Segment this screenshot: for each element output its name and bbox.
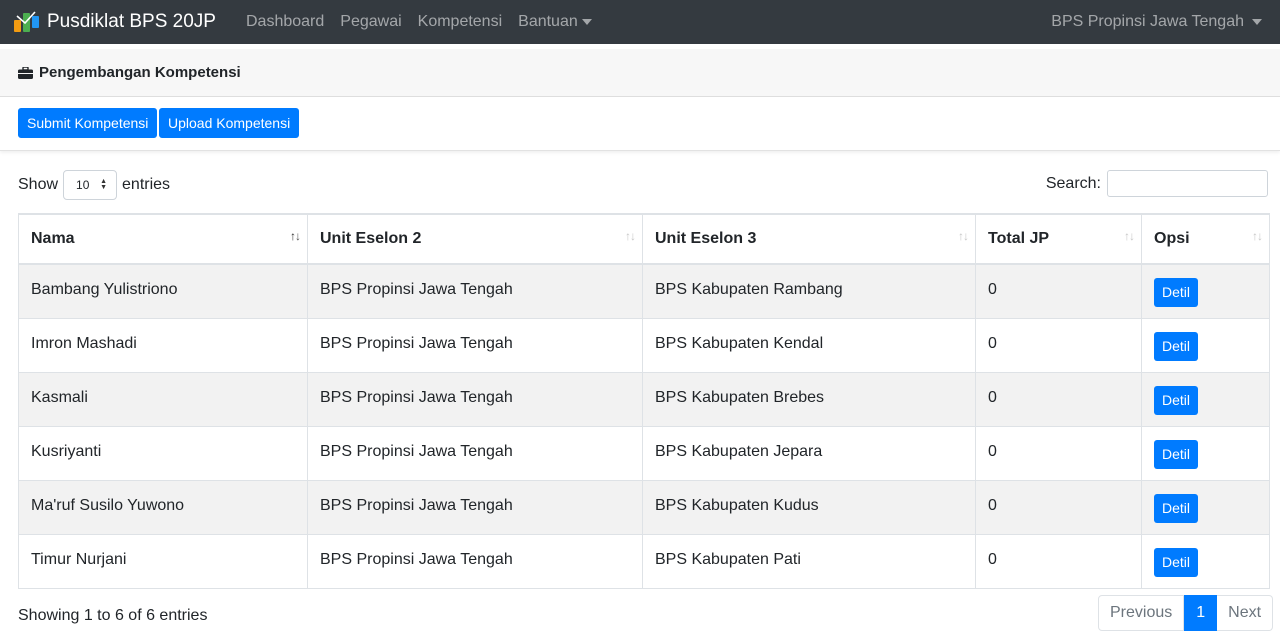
sort-icon: ↑↓ <box>1252 229 1263 243</box>
cell-total-jp: 0 <box>975 371 1142 427</box>
table-header-row: Nama ↑↓ Unit Eselon 2 ↑↓ Unit Eselon 3 ↑↓ T… <box>18 213 1270 265</box>
cell-total-jp: 0 <box>975 479 1142 535</box>
cell-nama: Timur Nurjani <box>18 533 308 589</box>
column-header-label: Unit Eselon 3 <box>655 230 757 247</box>
kompetensi-table-container: Nama ↑↓ Unit Eselon 2 ↑↓ Unit Eselon 3 ↑↓ T… <box>18 213 1270 589</box>
page-header: Pengembangan Kompetensi <box>0 49 1280 97</box>
cell-opsi: Detil <box>1141 317 1270 373</box>
cell-opsi: Detil <box>1141 425 1270 481</box>
detil-button[interactable]: Detil <box>1154 278 1199 307</box>
column-header-unit-eselon-2[interactable]: Unit Eselon 2 ↑↓ <box>307 213 643 265</box>
column-header-label: Opsi <box>1154 230 1190 247</box>
caret-down-icon <box>581 19 592 25</box>
sort-icon: ↑↓ <box>290 229 301 243</box>
kompetensi-table: Nama ↑↓ Unit Eselon 2 ↑↓ Unit Eselon 3 ↑↓ T… <box>18 213 1270 589</box>
cell-unit-eselon-2: BPS Propinsi Jawa Tengah <box>307 425 643 481</box>
entries-select[interactable]: 10 ▲ ▼ <box>63 170 118 200</box>
submit-kompetensi-button[interactable]: Submit Kompetensi <box>18 108 158 138</box>
briefcase-icon <box>18 66 33 79</box>
cell-unit-eselon-2: BPS Propinsi Jawa Tengah <box>307 533 643 589</box>
cell-unit-eselon-3: BPS Kabupaten Pati <box>642 533 976 589</box>
previous-page-button[interactable]: Previous <box>1098 595 1185 631</box>
cell-total-jp: 0 <box>975 317 1142 373</box>
sort-icon: ↑↓ <box>625 229 636 243</box>
table-row: Kasmali BPS Propinsi Jawa Tengah BPS Kab… <box>18 371 1270 427</box>
cell-unit-eselon-2: BPS Propinsi Jawa Tengah <box>307 371 643 427</box>
nav-bantuan-dropdown[interactable]: Bantuan <box>510 0 600 44</box>
sort-icon: ↑↓ <box>1124 229 1135 243</box>
brand[interactable]: Pusdiklat BPS 20JP <box>13 0 216 44</box>
caret-down-icon <box>1252 19 1262 25</box>
entries-length-control: Show 10 ▲ ▼ entries <box>18 170 170 200</box>
cell-nama: Kusriyanti <box>18 425 308 481</box>
user-dropdown[interactable]: BPS Propinsi Jawa Tengah <box>1051 0 1262 44</box>
upload-kompetensi-button[interactable]: Upload Kompetensi <box>159 108 300 138</box>
brand-name: Pusdiklat BPS 20JP <box>47 11 216 32</box>
cell-total-jp: 0 <box>975 425 1142 481</box>
select-arrows-icon: ▲ ▼ <box>100 178 108 191</box>
cell-unit-eselon-3: BPS Kabupaten Rambang <box>642 263 976 319</box>
cell-total-jp: 0 <box>975 533 1142 589</box>
cell-opsi: Detil <box>1141 533 1270 589</box>
pagination: Previous 1 Next <box>1098 595 1274 631</box>
action-bar: Submit Kompetensi Upload Kompetensi <box>0 97 1280 151</box>
user-unit-label: BPS Propinsi Jawa Tengah <box>1051 13 1244 30</box>
column-header-unit-eselon-3[interactable]: Unit Eselon 3 ↑↓ <box>642 213 976 265</box>
detil-button[interactable]: Detil <box>1154 547 1199 577</box>
page-1-button[interactable]: 1 <box>1184 595 1218 631</box>
cell-nama: Bambang Yulistriono <box>18 263 308 319</box>
search-control: Search: <box>1046 170 1268 197</box>
nav-dashboard[interactable]: Dashboard <box>238 0 332 44</box>
cell-nama: Ma'ruf Susilo Yuwono <box>18 479 308 535</box>
nav-kompetensi[interactable]: Kompetensi <box>410 0 511 44</box>
table-row: Ma'ruf Susilo Yuwono BPS Propinsi Jawa T… <box>18 479 1270 535</box>
search-label: Search: <box>1045 174 1101 192</box>
page-title: Pengembangan Kompetensi <box>39 64 241 81</box>
detil-button[interactable]: Detil <box>1154 493 1199 523</box>
cell-unit-eselon-2: BPS Propinsi Jawa Tengah <box>307 479 643 535</box>
bps-logo-icon <box>14 11 39 32</box>
cell-total-jp: 0 <box>975 263 1142 319</box>
next-page-button[interactable]: Next <box>1217 595 1274 631</box>
top-navbar: Pusdiklat BPS 20JP Dashboard Pegawai Kom… <box>0 0 1280 44</box>
nav-bantuan-label: Bantuan <box>518 13 578 30</box>
cell-opsi: Detil <box>1141 263 1270 319</box>
column-header-label: Unit Eselon 2 <box>320 230 422 247</box>
search-input[interactable] <box>1107 170 1268 197</box>
column-header-label: Total JP <box>988 230 1050 247</box>
table-row: Kusriyanti BPS Propinsi Jawa Tengah BPS … <box>18 425 1270 481</box>
sort-icon: ↑↓ <box>958 229 969 243</box>
cell-unit-eselon-2: BPS Propinsi Jawa Tengah <box>307 263 643 319</box>
cell-nama: Kasmali <box>18 371 308 427</box>
table-info: Showing 1 to 6 of 6 entries <box>18 607 208 624</box>
cell-unit-eselon-3: BPS Kabupaten Brebes <box>642 371 976 427</box>
column-header-opsi[interactable]: Opsi ↑↓ <box>1141 213 1270 265</box>
detil-button[interactable]: Detil <box>1154 439 1199 469</box>
column-header-nama[interactable]: Nama ↑↓ <box>18 213 308 265</box>
cell-unit-eselon-3: BPS Kabupaten Kudus <box>642 479 976 535</box>
entries-select-value: 10 <box>76 178 90 192</box>
cell-opsi: Detil <box>1141 371 1270 427</box>
cell-nama: Imron Mashadi <box>18 317 308 373</box>
column-header-total-jp[interactable]: Total JP ↑↓ <box>975 213 1142 265</box>
detil-button[interactable]: Detil <box>1154 331 1199 361</box>
main-nav: Dashboard Pegawai Kompetensi Bantuan <box>238 0 600 44</box>
table-row: Imron Mashadi BPS Propinsi Jawa Tengah B… <box>18 317 1270 373</box>
table-row: Timur Nurjani BPS Propinsi Jawa Tengah B… <box>18 533 1270 589</box>
table-row: Bambang Yulistriono BPS Propinsi Jawa Te… <box>18 263 1270 319</box>
cell-opsi: Detil <box>1141 479 1270 535</box>
detil-button[interactable]: Detil <box>1154 385 1199 415</box>
cell-unit-eselon-3: BPS Kabupaten Jepara <box>642 425 976 481</box>
cell-unit-eselon-3: BPS Kabupaten Kendal <box>642 317 976 373</box>
cell-unit-eselon-2: BPS Propinsi Jawa Tengah <box>307 317 643 373</box>
entries-label: entries <box>122 176 171 193</box>
show-label: Show <box>18 176 59 193</box>
nav-pegawai[interactable]: Pegawai <box>332 0 409 44</box>
column-header-label: Nama <box>31 230 75 247</box>
